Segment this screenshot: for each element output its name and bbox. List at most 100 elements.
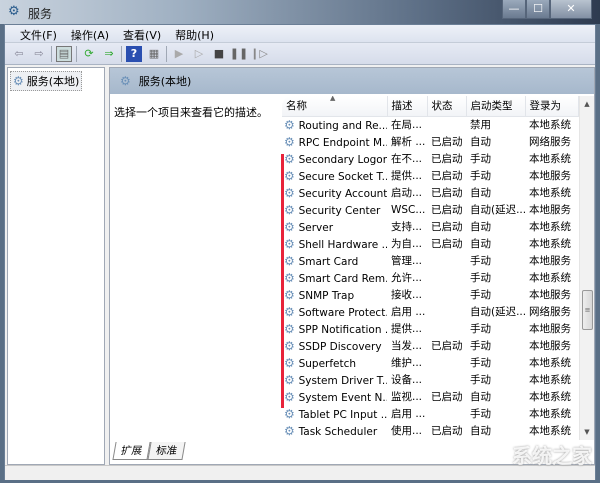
service-gear-icon: ⚙ (284, 151, 299, 166)
startup-type: 自动 (470, 136, 491, 148)
service-name: Routing and Re... (298, 119, 387, 132)
table-row[interactable]: ⚙ Routing and Re... 在局... 禁用 本地系统 (282, 116, 578, 133)
service-description: WSC... (391, 203, 426, 216)
service-status: 已启动 (431, 221, 463, 233)
service-status: 已启动 (431, 391, 463, 403)
refresh-icon[interactable]: ⟳ (81, 46, 97, 62)
start-alt-icon[interactable]: ▷ (191, 46, 207, 62)
tab-standard[interactable]: 标准 (147, 442, 186, 460)
service-gear-icon: ⚙ (284, 304, 299, 319)
description-text: 选择一个项目来查看它的描述。 (114, 106, 268, 119)
table-row[interactable]: ⚙ Software Protect... 启用 ... 自动(延迟... 网络服务 (282, 303, 578, 320)
service-description: 监视... (391, 391, 423, 403)
table-row[interactable]: ⚙ Tablet PC Input ... 启用 ... 手动 本地系统 (282, 405, 578, 422)
startup-type: 手动 (470, 170, 491, 182)
console-tree-icon[interactable]: ▤ (56, 45, 72, 62)
close-button[interactable]: ✕ (550, 0, 592, 19)
log-on-as: 本地服务 (529, 170, 571, 182)
service-gear-icon: ⚙ (284, 338, 299, 353)
service-description: 管理... (391, 255, 423, 267)
column-startup-type[interactable]: 启动类型 (466, 96, 526, 117)
tab-extended[interactable]: 扩展 (112, 442, 151, 460)
services-gear-icon: ⚙ (8, 4, 20, 19)
service-name: System Driver T... (298, 374, 387, 387)
log-on-as: 本地服务 (529, 323, 571, 335)
log-on-as: 本地服务 (529, 204, 571, 216)
sort-up-icon: ▲ (330, 96, 336, 102)
menu-action[interactable]: 操作(A) (64, 25, 116, 42)
pause-icon[interactable]: ❚❚ (230, 46, 248, 62)
table-row[interactable]: ⚙ Security Center WSC... 已启动 自动(延迟... 本地服务 (282, 201, 578, 218)
table-row[interactable]: ⚙ Secondary Logon 在不... 已启动 手动 本地系统 (282, 150, 578, 167)
table-row[interactable]: ⚙ RPC Endpoint M... 解析 ... 已启动 自动 网络服务 (282, 133, 578, 150)
log-on-as: 本地系统 (529, 391, 571, 403)
service-description: 在不... (391, 153, 423, 165)
maximize-button[interactable]: ☐ (526, 0, 550, 19)
service-description: 启用 ... (391, 408, 426, 420)
service-description: 当发... (391, 340, 423, 352)
vertical-scrollbar[interactable]: ▲ ≡ ▼ (579, 96, 594, 440)
log-on-as: 网络服务 (529, 136, 571, 148)
window-frame: 文件(F) 操作(A) 查看(V) 帮助(H) ⇦ ⇨ ▤ ⟳ ⇒ ? ▦ ▶ … (4, 24, 596, 480)
pane-title: 服务(本地) (138, 75, 192, 88)
table-row[interactable]: ⚙ System Driver T... 设备... 手动 本地系统 (282, 371, 578, 388)
service-gear-icon: ⚙ (284, 219, 299, 234)
table-row[interactable]: ⚙ Server 支持... 已启动 自动 本地系统 (282, 218, 578, 235)
table-row[interactable]: ⚙ SPP Notification ... 提供... 手动 本地服务 (282, 320, 578, 337)
service-name: Secure Socket T... (298, 170, 387, 183)
back-icon[interactable]: ⇦ (11, 46, 27, 62)
menu-bar: 文件(F) 操作(A) 查看(V) 帮助(H) (5, 25, 595, 43)
startup-type: 禁用 (470, 119, 491, 132)
table-row[interactable]: ⚙ System Event N... 监视... 已启动 自动 本地系统 (282, 388, 578, 405)
table-row[interactable]: ⚙ Smart Card Rem... 允许... 手动 本地系统 (282, 269, 578, 286)
table-row[interactable]: ⚙ Secure Socket T... 提供... 已启动 手动 本地服务 (282, 167, 578, 184)
scroll-up-icon[interactable]: ▲ (580, 96, 594, 112)
service-name: Shell Hardware ... (298, 238, 387, 251)
forward-icon[interactable]: ⇨ (31, 46, 47, 62)
tree-item-services-local[interactable]: ⚙ 服务(本地) (10, 71, 83, 91)
startup-type: 手动 (470, 408, 491, 420)
stop-icon[interactable]: ■ (211, 46, 227, 62)
export-list-icon[interactable]: ⇒ (101, 46, 117, 62)
gear-icon: ⚙ (13, 74, 24, 88)
startup-type: 自动 (470, 238, 491, 250)
scroll-thumb[interactable]: ≡ (582, 290, 593, 330)
table-row[interactable]: ⚙ Smart Card 管理... 手动 本地服务 (282, 252, 578, 269)
service-status: 已启动 (431, 136, 463, 148)
column-description[interactable]: 描述 (387, 96, 428, 117)
table-row[interactable]: ⚙ SNMP Trap 接收... 手动 本地服务 (282, 286, 578, 303)
table-row[interactable]: ⚙ SSDP Discovery 当发... 已启动 手动 本地服务 (282, 337, 578, 354)
menu-file[interactable]: 文件(F) (13, 25, 64, 42)
status-bar (5, 465, 595, 480)
log-on-as: 本地系统 (529, 187, 571, 199)
table-row[interactable]: ⚙ Security Account... 启动... 已启动自动 本地系统 (282, 184, 578, 201)
table-row[interactable]: ⚙ Shell Hardware ... 为自... 已启动 自动 本地系统 (282, 235, 578, 252)
service-name: SNMP Trap (298, 289, 355, 302)
service-name: System Event N... (298, 391, 387, 404)
table-row[interactable]: ⚙ Task Scheduler 使用... 已启动 自动 本地系统 (282, 422, 578, 439)
startup-type: 自动 (470, 187, 491, 199)
startup-type: 手动 (470, 255, 491, 267)
console-tree: ⚙ 服务(本地) (7, 67, 105, 465)
service-gear-icon: ⚙ (284, 406, 299, 421)
log-on-as: 本地系统 (529, 374, 571, 386)
start-icon[interactable]: ▶ (171, 46, 187, 62)
startup-type: 自动(延迟... (470, 204, 525, 216)
resume-icon[interactable]: ❙▷ (250, 46, 268, 62)
minimize-button[interactable]: — (502, 0, 526, 19)
column-status[interactable]: 状态 (427, 96, 467, 117)
menu-view[interactable]: 查看(V) (116, 25, 168, 42)
table-row[interactable]: ⚙ Superfetch 维护... 手动 本地系统 (282, 354, 578, 371)
startup-type: 手动 (470, 153, 491, 165)
properties-icon[interactable]: ▦ (146, 46, 162, 62)
service-gear-icon: ⚙ (284, 372, 299, 387)
service-gear-icon: ⚙ (284, 168, 299, 183)
help-icon[interactable]: ? (126, 45, 142, 62)
service-description: 设备... (391, 374, 423, 386)
scroll-down-icon[interactable]: ▼ (580, 424, 594, 440)
service-gear-icon: ⚙ (284, 236, 299, 251)
column-name[interactable]: ▲ 名称 (282, 96, 388, 117)
log-on-as: 本地系统 (529, 119, 571, 132)
menu-help[interactable]: 帮助(H) (168, 25, 221, 42)
column-log-on-as[interactable]: 登录为 (525, 96, 579, 117)
